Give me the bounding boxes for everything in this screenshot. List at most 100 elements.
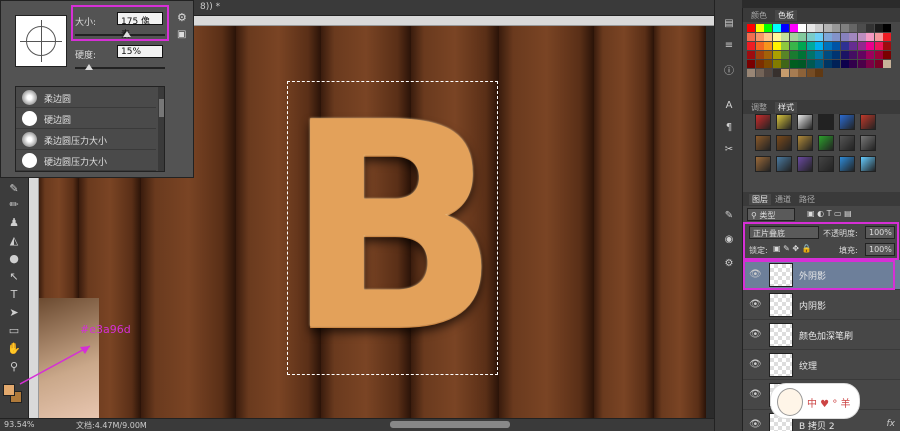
color-swatch[interactable] xyxy=(781,51,789,59)
color-swatch[interactable] xyxy=(832,24,840,32)
tab-swatches[interactable]: 色板 xyxy=(775,10,797,21)
tab-paths[interactable]: 路径 xyxy=(799,194,815,205)
color-swatch[interactable] xyxy=(789,24,798,32)
color-swatch[interactable] xyxy=(883,24,891,32)
new-preset-icon[interactable]: ▣ xyxy=(177,29,186,40)
brush-preset-item[interactable]: 硬边圆 xyxy=(16,108,156,129)
style-preset[interactable] xyxy=(839,135,855,151)
color-swatch[interactable] xyxy=(815,69,823,77)
color-swatch[interactable] xyxy=(857,42,866,50)
layer-row[interactable]: 👁 颜色加深笔刷 xyxy=(743,320,900,350)
bread-letter-b[interactable]: B xyxy=(284,78,501,378)
color-swatch[interactable] xyxy=(798,33,806,41)
style-grid[interactable] xyxy=(755,114,885,180)
color-swatch[interactable] xyxy=(849,33,857,41)
color-swatch[interactable] xyxy=(857,51,866,59)
color-swatch[interactable] xyxy=(772,33,781,41)
document-tab[interactable]: 8)) * xyxy=(194,0,714,16)
dodge-tool-icon[interactable]: ● xyxy=(5,252,23,266)
color-swatch[interactable] xyxy=(764,24,772,32)
color-swatch[interactable] xyxy=(883,42,891,50)
swatch-grid[interactable] xyxy=(747,24,892,102)
info-icon[interactable]: ⓘ xyxy=(721,62,737,77)
color-swatch[interactable] xyxy=(755,60,764,68)
color-swatch[interactable] xyxy=(840,24,849,32)
layer-row[interactable]: 👁 纹理 xyxy=(743,350,900,380)
color-swatch[interactable] xyxy=(781,69,789,77)
clone-source-icon[interactable]: ◉ xyxy=(721,234,737,248)
color-swatch[interactable] xyxy=(781,42,789,50)
color-swatch[interactable] xyxy=(806,60,815,68)
color-swatch[interactable] xyxy=(772,60,781,68)
color-swatch[interactable] xyxy=(755,51,764,59)
color-swatch[interactable] xyxy=(823,24,832,32)
color-swatch[interactable] xyxy=(806,33,815,41)
color-swatch[interactable] xyxy=(874,60,883,68)
layer-effects-icon[interactable]: fx xyxy=(887,419,896,429)
style-preset[interactable] xyxy=(797,135,813,151)
tab-channels[interactable]: 通道 xyxy=(775,194,791,205)
tab-styles[interactable]: 样式 xyxy=(775,102,797,113)
color-swatch[interactable] xyxy=(883,33,891,41)
stamp-tool-icon[interactable]: ♟ xyxy=(5,216,23,230)
color-swatch[interactable] xyxy=(866,60,874,68)
color-swatch[interactable] xyxy=(772,24,781,32)
properties-icon[interactable]: ≡ xyxy=(721,40,737,54)
style-preset[interactable] xyxy=(776,135,792,151)
color-swatch[interactable] xyxy=(798,42,806,50)
color-swatch[interactable] xyxy=(781,33,789,41)
color-swatch[interactable] xyxy=(781,24,789,32)
color-swatch[interactable] xyxy=(747,33,755,41)
color-swatch[interactable] xyxy=(857,33,866,41)
style-preset[interactable] xyxy=(755,156,771,172)
layer-row[interactable]: 👁 内阴影 xyxy=(743,290,900,320)
color-swatch[interactable] xyxy=(857,24,866,32)
color-swatch[interactable] xyxy=(789,60,798,68)
color-swatch[interactable] xyxy=(883,51,891,59)
color-swatch[interactable] xyxy=(764,42,772,50)
color-swatch[interactable] xyxy=(806,42,815,50)
color-swatch[interactable] xyxy=(789,42,798,50)
color-swatch[interactable] xyxy=(755,24,764,32)
color-swatch[interactable] xyxy=(815,51,823,59)
style-preset[interactable] xyxy=(860,135,876,151)
style-preset[interactable] xyxy=(839,114,855,130)
color-swatch[interactable] xyxy=(789,33,798,41)
color-swatch[interactable] xyxy=(764,60,772,68)
path-select-icon[interactable]: ↖ xyxy=(5,270,23,284)
style-preset[interactable] xyxy=(755,135,771,151)
style-preset[interactable] xyxy=(860,156,876,172)
color-swatch[interactable] xyxy=(840,33,849,41)
foreground-color-swatch[interactable] xyxy=(3,384,15,396)
color-swatch[interactable] xyxy=(823,51,832,59)
color-swatch[interactable] xyxy=(823,33,832,41)
color-swatch[interactable] xyxy=(874,33,883,41)
color-swatch[interactable] xyxy=(806,69,815,77)
direct-select-icon[interactable]: ➤ xyxy=(5,306,23,320)
color-swatch[interactable] xyxy=(755,42,764,50)
type-tool-icon[interactable]: T xyxy=(5,288,23,302)
color-swatch[interactable] xyxy=(798,51,806,59)
color-swatch[interactable] xyxy=(772,42,781,50)
character-icon[interactable]: A xyxy=(721,100,737,114)
color-swatch[interactable] xyxy=(764,33,772,41)
color-swatch[interactable] xyxy=(866,42,874,50)
hardness-slider-knob[interactable] xyxy=(84,64,93,70)
horizontal-scrollbar-thumb[interactable] xyxy=(390,421,510,428)
color-swatch[interactable] xyxy=(755,33,764,41)
style-preset[interactable] xyxy=(797,156,813,172)
visibility-eye-icon[interactable]: 👁 xyxy=(749,389,762,400)
brush-preset-item[interactable]: 硬边圆压力大小 xyxy=(16,150,156,171)
color-swatch[interactable] xyxy=(849,51,857,59)
color-swatch[interactable] xyxy=(840,42,849,50)
brush-panel-icon[interactable]: ✎ xyxy=(721,210,737,224)
color-swatch[interactable] xyxy=(747,42,755,50)
visibility-eye-icon[interactable]: 👁 xyxy=(749,299,762,310)
tab-color[interactable]: 颜色 xyxy=(751,10,767,21)
style-preset[interactable] xyxy=(776,114,792,130)
color-swatch[interactable] xyxy=(849,60,857,68)
color-swatch[interactable] xyxy=(815,33,823,41)
color-swatch[interactable] xyxy=(747,51,755,59)
visibility-eye-icon[interactable]: 👁 xyxy=(749,419,762,430)
adjust-icon[interactable]: ⚙ xyxy=(721,258,737,272)
